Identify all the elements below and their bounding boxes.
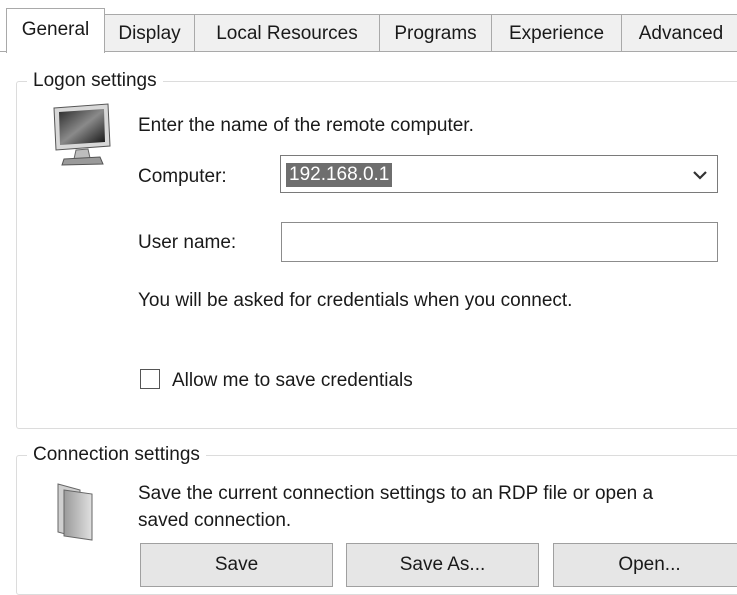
tab-programs[interactable]: Programs — [379, 14, 492, 51]
tab-bar-divider — [0, 51, 737, 52]
computer-value[interactable]: 192.168.0.1 — [286, 163, 393, 187]
computer-label: Computer: — [138, 166, 227, 187]
tab-general[interactable]: General — [6, 8, 105, 53]
connection-settings-title: Connection settings — [27, 442, 206, 468]
tab-local-resources[interactable]: Local Resources — [194, 14, 380, 51]
save-credentials-label[interactable]: Allow me to save credentials — [172, 369, 413, 393]
computer-combobox[interactable]: 192.168.0.1 — [280, 155, 718, 193]
connection-description-line1: Save the current connection settings to … — [138, 483, 654, 504]
computer-icon — [48, 102, 114, 166]
open-button[interactable]: Open... — [553, 543, 737, 587]
credentials-note: You will be asked for credentials when y… — [138, 290, 573, 311]
tab-display[interactable]: Display — [104, 14, 195, 51]
connection-description-line2: saved connection. — [138, 510, 292, 531]
chevron-down-icon[interactable] — [691, 166, 709, 184]
folder-icon — [50, 480, 100, 542]
tab-advanced[interactable]: Advanced — [621, 14, 737, 51]
username-input[interactable] — [281, 222, 718, 262]
tab-bar: General Display Local Resources Programs… — [0, 0, 737, 53]
save-credentials-checkbox[interactable] — [140, 369, 160, 389]
logon-settings-title: Logon settings — [27, 68, 163, 94]
logon-instruction: Enter the name of the remote computer. — [138, 115, 474, 136]
save-as-button[interactable]: Save As... — [346, 543, 539, 587]
save-button[interactable]: Save — [140, 543, 333, 587]
username-label: User name: — [138, 232, 237, 253]
tab-experience[interactable]: Experience — [491, 14, 622, 51]
